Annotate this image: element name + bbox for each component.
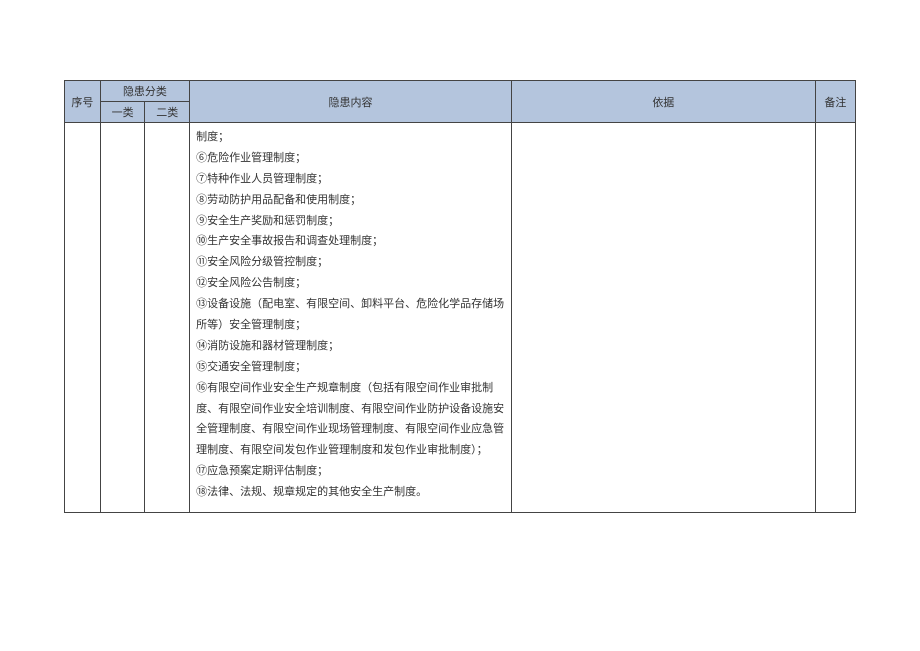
content-line: ⑫安全风险公告制度； — [196, 273, 505, 294]
header-content: 隐患内容 — [190, 81, 512, 123]
content-line: ⑦特种作业人员管理制度； — [196, 169, 505, 190]
content-line: ⑱法律、法规、规章规定的其他安全生产制度。 — [196, 482, 505, 503]
content-line: ⑮交通安全管理制度； — [196, 357, 505, 378]
cell-remark — [815, 123, 855, 513]
content-line: ⑨安全生产奖励和惩罚制度； — [196, 211, 505, 232]
cell-cat1 — [100, 123, 145, 513]
cell-seq — [65, 123, 101, 513]
header-category-group: 隐患分类 — [100, 81, 189, 102]
header-remark: 备注 — [815, 81, 855, 123]
header-basis: 依据 — [511, 81, 815, 123]
content-line: ⑥危险作业管理制度； — [196, 148, 505, 169]
table-header: 序号 隐患分类 隐患内容 依据 备注 一类 二类 — [65, 81, 856, 123]
cell-cat2 — [145, 123, 190, 513]
content-line: ⑩生产安全事故报告和调查处理制度； — [196, 231, 505, 252]
content-line: ⑰应急预案定期评估制度； — [196, 461, 505, 482]
content-line: ⑧劳动防护用品配备和使用制度； — [196, 190, 505, 211]
header-cat2: 二类 — [145, 102, 190, 123]
table-row: 制度；⑥危险作业管理制度；⑦特种作业人员管理制度；⑧劳动防护用品配备和使用制度；… — [65, 123, 856, 513]
content-line: ⑪安全风险分级管控制度； — [196, 252, 505, 273]
content-line: ⑭消防设施和器材管理制度； — [196, 336, 505, 357]
content-line: ⑯有限空间作业安全生产规章制度（包括有限空间作业审批制度、有限空间作业安全培训制… — [196, 378, 505, 462]
hazard-table: 序号 隐患分类 隐患内容 依据 备注 一类 二类 制度；⑥危险作业管理制度；⑦特… — [64, 80, 856, 513]
content-line: 制度； — [196, 127, 505, 148]
cell-content: 制度；⑥危险作业管理制度；⑦特种作业人员管理制度；⑧劳动防护用品配备和使用制度；… — [190, 123, 512, 513]
header-cat1: 一类 — [100, 102, 145, 123]
header-seq: 序号 — [65, 81, 101, 123]
cell-basis — [511, 123, 815, 513]
content-line: ⑬设备设施（配电室、有限空间、卸料平台、危险化学品存储场所等）安全管理制度； — [196, 294, 505, 336]
table-body: 制度；⑥危险作业管理制度；⑦特种作业人员管理制度；⑧劳动防护用品配备和使用制度；… — [65, 123, 856, 513]
